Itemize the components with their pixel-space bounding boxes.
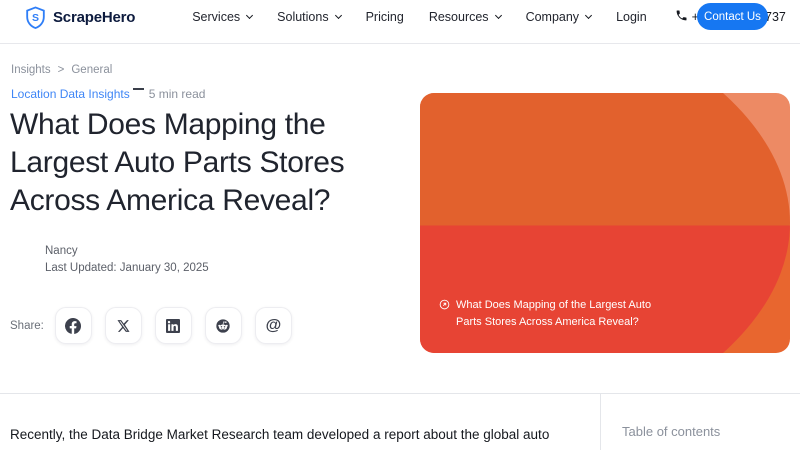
nav-item-pricing[interactable]: Pricing [366, 10, 404, 24]
x-twitter-icon [116, 319, 130, 333]
chevron-down-icon [494, 11, 502, 20]
featured-image-caption: What Does Mapping of the Largest Auto Pa… [439, 297, 679, 331]
table-of-contents-title: Table of contents [622, 424, 721, 439]
threads-icon: @ [265, 316, 282, 334]
share-linkedin-button[interactable] [154, 307, 192, 344]
header-row: S ScrapeHero Services Solutions Pricing [0, 2, 800, 32]
article-paragraph: Recently, the Data Bridge Market Researc… [10, 427, 550, 442]
share-label: Share: [10, 319, 44, 332]
nav-item-services[interactable]: Services [192, 10, 254, 24]
read-time: 5 min read [148, 87, 206, 101]
nav-company-label: Company [525, 10, 580, 24]
nav-pricing-label: Pricing [365, 10, 404, 24]
share-facebook-button[interactable] [54, 307, 92, 344]
breadcrumb-insights[interactable]: Insights [11, 64, 51, 76]
svg-text:S: S [32, 12, 39, 24]
nav-resources-label: Resources [428, 10, 489, 24]
breadcrumb-separator: > [57, 64, 65, 76]
chevron-down-icon [585, 11, 593, 20]
main-nav: Services Solutions Pricing Resources Com… [192, 10, 646, 24]
breadcrumb: Insights > General [11, 64, 112, 76]
top-navigation-bar: S ScrapeHero Services Solutions Pricing [0, 0, 800, 44]
nav-item-company[interactable]: Company [525, 10, 593, 24]
last-updated: Last Updated: January 30, 2025 [45, 262, 209, 274]
share-threads-button[interactable]: @ [254, 307, 292, 344]
sidebar-divider [600, 394, 601, 450]
linkedin-icon [166, 318, 181, 333]
chevron-down-icon [334, 11, 342, 20]
page-title: What Does Mapping the Largest Auto Parts… [10, 108, 345, 217]
share-reddit-button[interactable] [204, 307, 242, 344]
nav-services-label: Services [192, 10, 241, 24]
circle-arrow-icon [439, 297, 450, 331]
nav-item-resources[interactable]: Resources [428, 10, 502, 24]
category-separator [132, 88, 144, 90]
contact-us-button[interactable]: Contact Us [697, 3, 768, 30]
nav-item-login[interactable]: Login [616, 10, 647, 24]
featured-image: What Does Mapping of the Largest Auto Pa… [420, 93, 790, 353]
share-row: Share: @ [10, 307, 292, 344]
author-name[interactable]: Nancy [45, 243, 209, 260]
page: S ScrapeHero Services Solutions Pricing [0, 0, 800, 450]
author-block: Nancy Last Updated: January 30, 2025 [45, 243, 209, 277]
chevron-down-icon [246, 11, 254, 20]
brand-name: ScrapeHero [53, 8, 136, 26]
breadcrumb-general[interactable]: General [71, 64, 112, 76]
category-link[interactable]: Location Data Insights [11, 87, 130, 101]
reddit-icon [215, 318, 231, 334]
content-top-divider [0, 393, 800, 394]
nav-login-label: Login [616, 10, 647, 24]
caption-text: What Does Mapping of the Largest Auto Pa… [456, 299, 652, 328]
share-x-twitter-button[interactable] [104, 307, 142, 344]
nav-solutions-label: Solutions [277, 10, 329, 24]
category-row: Location Data Insights 5 min read [11, 87, 205, 101]
nav-item-solutions[interactable]: Solutions [277, 10, 342, 24]
facebook-icon [65, 317, 82, 334]
shield-logo-icon: S [25, 5, 46, 29]
scrapehero-logo[interactable]: S ScrapeHero [25, 5, 136, 29]
phone-icon [675, 9, 688, 25]
